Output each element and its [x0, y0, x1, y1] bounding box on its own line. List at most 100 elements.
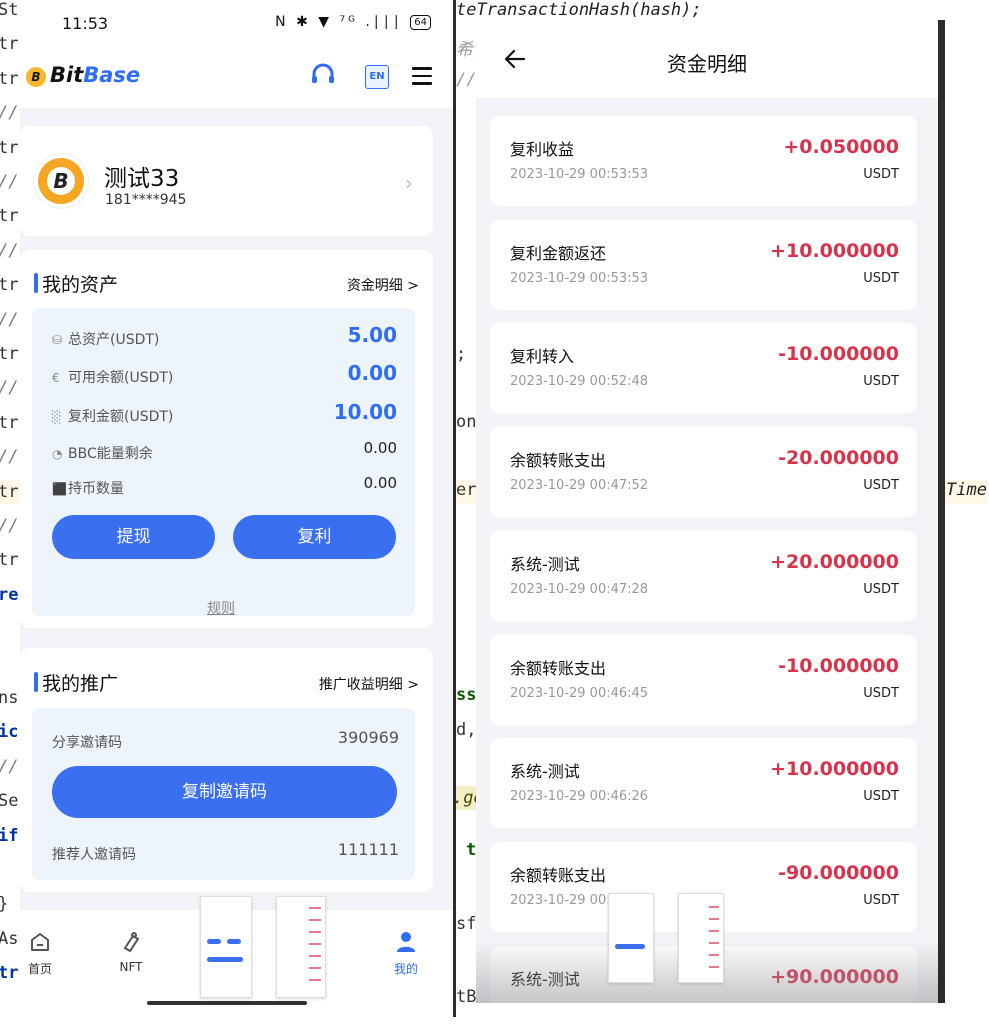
- status-time: 11:53: [62, 14, 109, 33]
- copy-invite-code-button[interactable]: 复制邀请码: [52, 766, 397, 818]
- transaction-amount: -10.000000: [778, 654, 899, 677]
- transaction-item[interactable]: 复利收益 2023-10-29 00:53:53 +0.050000 USDT: [490, 116, 917, 206]
- transaction-item[interactable]: 系统-测试 2023-10-29 00:47:28 +20.000000 USDT: [490, 530, 917, 621]
- transaction-date: 2023-10-29 00:46:45: [510, 685, 649, 701]
- chevron-right-icon[interactable]: ›: [405, 171, 413, 195]
- rules-link[interactable]: 规则: [207, 598, 235, 618]
- code-line: //: [0, 240, 19, 261]
- transaction-unit: USDT: [863, 581, 899, 597]
- user-name: 测试33: [104, 166, 180, 192]
- code-line: tr: [0, 206, 19, 227]
- signal-icons: N ✱ ▼ ⁷ᴳ .∣∣∣: [275, 14, 403, 30]
- user-icon: [397, 932, 415, 952]
- code-line: tr: [0, 137, 19, 158]
- transaction-item[interactable]: 余额转账支出 2023-10-29 00:47:52 -20.000000 USDT: [490, 427, 917, 518]
- code-fragment: //: [456, 70, 477, 90]
- user-profile-card[interactable]: B 测试33 181****945 ›: [20, 126, 433, 236]
- nav-nft[interactable]: NFT: [101, 930, 161, 974]
- asset-icon: ░: [52, 410, 62, 424]
- referrer-code-value: 111111: [337, 840, 399, 859]
- asset-icon: ⛁: [52, 333, 63, 347]
- promotion-earnings-link[interactable]: 推广收益明细 >: [319, 674, 419, 694]
- transaction-amount: +0.050000: [783, 136, 899, 158]
- transaction-unit: USDT: [863, 685, 899, 701]
- transaction-amount: -20.000000: [778, 447, 899, 470]
- thumbnail-preview-assets[interactable]: [200, 896, 252, 998]
- phone-screen-assets: 11:53 N ✱ ▼ ⁷ᴳ .∣∣∣ 64 B BitBase EN B 测试…: [20, 0, 456, 1017]
- asset-value: 10.00: [333, 400, 397, 424]
- transaction-date: 2023-10-29 00:47:52: [510, 478, 649, 494]
- code-line: re: [0, 584, 19, 605]
- transaction-item[interactable]: 复利金额返还 2023-10-29 00:53:53 +10.000000 USDT: [490, 219, 917, 310]
- transaction-unit: USDT: [863, 374, 899, 390]
- transaction-date: 2023-10-29 00:53:53: [510, 167, 649, 182]
- transaction-name: 余额转账支出: [510, 865, 607, 885]
- transaction-name: 复利转入: [510, 347, 575, 367]
- asset-row: ⬛持币数量 0.00: [52, 474, 397, 500]
- transaction-name: 系统-测试: [510, 554, 580, 574]
- share-code-value: 390969: [337, 728, 399, 747]
- code-fragment: teTransactionHash(hash);: [456, 0, 702, 20]
- logo-base: Base: [83, 63, 141, 87]
- code-line: //: [0, 103, 19, 124]
- user-phone: 181****945: [105, 192, 187, 208]
- promotion-panel: 分享邀请码 390969 复制邀请码 推荐人邀请码 111111: [32, 708, 415, 880]
- transaction-name: 复利金额返还: [510, 243, 607, 263]
- app-logo: BitBase: [50, 63, 140, 87]
- compound-button[interactable]: 复利: [233, 515, 396, 559]
- code-line: //: [0, 172, 19, 192]
- transaction-unit: USDT: [863, 892, 899, 908]
- hamburger-menu-icon[interactable]: [412, 67, 432, 90]
- code-line: }: [0, 892, 8, 916]
- nav-mine[interactable]: 我的: [376, 930, 436, 977]
- nav-home[interactable]: 首页: [20, 930, 70, 977]
- thumbnail-preview-details-2[interactable]: [678, 893, 724, 983]
- transaction-amount: +10.000000: [770, 758, 899, 781]
- nav-mine-label: 我的: [393, 962, 418, 976]
- status-bar: 11:53 N ✱ ▼ ⁷ᴳ .∣∣∣ 64: [20, 0, 453, 48]
- my-promotion-card: 我的推广 推广收益明细 > 分享邀请码 390969 复制邀请码 推荐人邀请码 …: [20, 648, 433, 892]
- transaction-item[interactable]: 系统-测试 2023-10-29 00:46:26 +10.000000 USDT: [490, 738, 917, 829]
- thumbnail-preview-assets-2[interactable]: [608, 893, 654, 983]
- code-line: ic: [0, 722, 19, 743]
- phone-screen-fund-details: 资金明细 复利收益 2023-10-29 00:53:53 +0.050000 USD…: [476, 20, 945, 1003]
- code-line: //: [0, 756, 19, 777]
- fund-details-link[interactable]: 资金明细 >: [347, 275, 419, 295]
- asset-value: 0.00: [363, 474, 397, 492]
- transaction-date: 2023-10-29 00:52:48: [510, 374, 649, 390]
- code-line: tr: [0, 68, 19, 89]
- share-code-label: 分享邀请码: [52, 735, 122, 751]
- nav-nft-label: NFT: [119, 960, 143, 974]
- my-assets-card: 我的资产 资金明细 > ⛁ 总资产(USDT) 5.00 € 可用余额(USDT) 0.0…: [20, 250, 433, 628]
- code-fragment: d,: [456, 720, 477, 740]
- code-line: tr: [0, 344, 19, 364]
- assets-panel: ⛁ 总资产(USDT) 5.00 € 可用余额(USDT) 0.00 ░ 复利金额(USDT)…: [32, 308, 415, 618]
- transaction-name: 系统-测试: [510, 762, 580, 782]
- promotion-title: 我的推广: [42, 673, 119, 695]
- asset-label: ░ 复利金额(USDT): [52, 409, 174, 425]
- referrer-code-label: 推荐人邀请码: [52, 847, 136, 863]
- page-title: 资金明细: [667, 52, 747, 76]
- transaction-amount: +10.000000: [770, 239, 899, 262]
- transaction-item[interactable]: 复利转入 2023-10-29 00:52:48 -10.000000 USDT: [490, 323, 917, 414]
- withdraw-button[interactable]: 提现: [52, 515, 215, 559]
- thumbnail-preview-details[interactable]: [276, 896, 326, 998]
- headset-icon[interactable]: [310, 62, 336, 88]
- transaction-item[interactable]: 余额转账支出 2023-10-29 00:46:45 -10.000000 USDT: [490, 634, 917, 725]
- asset-label: ⛁ 总资产(USDT): [52, 332, 160, 348]
- asset-value: 0.00: [347, 361, 397, 385]
- transaction-unit: USDT: [863, 478, 899, 494]
- transaction-name: 复利收益: [510, 140, 575, 159]
- transaction-date: 2023-10-29 00:47:28: [510, 581, 649, 597]
- asset-row: ░ 复利金额(USDT) 10.00: [52, 400, 397, 428]
- fund-details-header: 资金明细: [476, 20, 938, 98]
- section-accent-bar: [34, 273, 38, 293]
- language-switch-icon[interactable]: EN: [365, 65, 389, 89]
- nav-home-label: 首页: [27, 962, 52, 976]
- code-line: Se: [0, 791, 19, 812]
- asset-row: € 可用余额(USDT) 0.00: [52, 361, 397, 389]
- asset-label: ◔ BBC能量剩余: [52, 446, 153, 462]
- code-line: tr: [0, 412, 19, 433]
- code-line: tr: [0, 550, 19, 571]
- transaction-unit: USDT: [863, 789, 899, 805]
